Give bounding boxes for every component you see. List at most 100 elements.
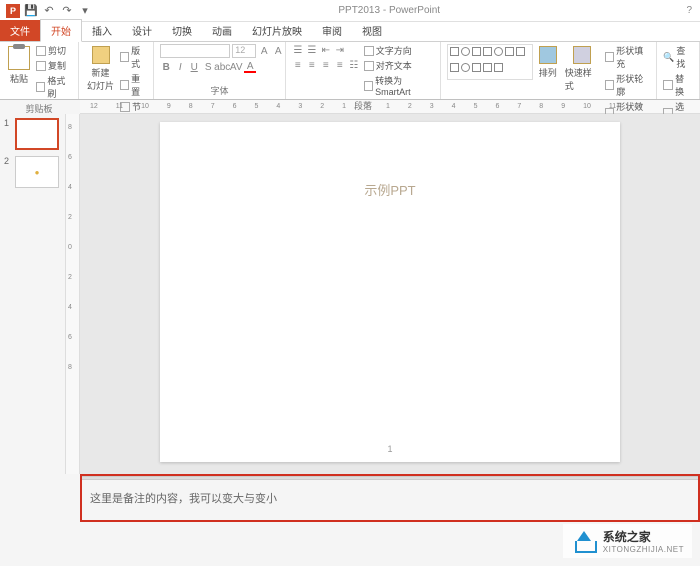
slide-thumbnail-panel: 1 2: [0, 114, 66, 474]
replace-button[interactable]: 替换: [663, 72, 693, 98]
tab-design[interactable]: 设计: [122, 20, 162, 41]
quick-styles-button[interactable]: 快速样式: [563, 44, 601, 94]
shape-icon: [494, 63, 503, 72]
help-icon[interactable]: ?: [686, 5, 692, 16]
group-font-label: 字体: [160, 82, 279, 97]
tab-slideshow[interactable]: 幻灯片放映: [242, 20, 312, 41]
group-font: 12 A A B I U S abc AV A 字体: [154, 42, 286, 99]
decrease-font-icon[interactable]: A: [272, 45, 284, 57]
shape-rect-icon: [450, 47, 459, 56]
reset-button[interactable]: 重置: [120, 72, 147, 98]
text-direction-icon: [364, 46, 374, 56]
smartart-button[interactable]: 转换为 SmartArt: [364, 74, 435, 97]
shadow-button[interactable]: abc: [216, 61, 228, 73]
layout-icon: [120, 52, 129, 62]
tab-transition[interactable]: 切换: [162, 20, 202, 41]
tab-file[interactable]: 文件: [0, 20, 40, 41]
underline-button[interactable]: U: [188, 61, 200, 73]
align-left-button[interactable]: ≡: [292, 59, 304, 71]
indent-inc-button[interactable]: ⇥: [334, 44, 346, 56]
shapes-gallery[interactable]: [447, 44, 532, 80]
powerpoint-icon: P: [6, 4, 20, 18]
shape-fill-button[interactable]: 形状填充: [605, 44, 650, 70]
tab-view[interactable]: 视图: [352, 20, 392, 41]
workspace: 1 2 864202468 示例PPT 1: [0, 114, 700, 474]
shape-icon: [461, 63, 470, 72]
ribbon: 粘贴 剪切 复制 格式刷 剪贴板 新建 幻灯片 版式 重置 节 幻灯片: [0, 42, 700, 100]
increase-font-icon[interactable]: A: [258, 45, 270, 57]
find-button[interactable]: 🔍查找: [663, 44, 693, 70]
redo-icon[interactable]: ↷: [60, 4, 74, 18]
font-family-combo[interactable]: [160, 44, 230, 58]
shape-icon: [450, 63, 459, 72]
fill-icon: [605, 52, 615, 62]
shape-outline-button[interactable]: 形状轮廓: [605, 72, 650, 98]
slide-thumbnail-2[interactable]: [15, 156, 59, 188]
layout-button[interactable]: 版式: [120, 44, 147, 70]
justify-button[interactable]: ≡: [334, 59, 346, 71]
paste-button[interactable]: 粘贴: [6, 44, 32, 87]
align-text-button[interactable]: 对齐文本: [364, 59, 435, 72]
notes-pane-highlighted: 这里是备注的内容，我可以变大与变小: [80, 474, 700, 522]
shape-icon: [483, 47, 492, 56]
shape-icon: [483, 63, 492, 72]
cut-button[interactable]: 剪切: [36, 44, 72, 57]
spacing-button[interactable]: AV: [230, 61, 242, 73]
italic-button[interactable]: I: [174, 61, 186, 73]
qat-dropdown-icon[interactable]: ▾: [78, 4, 92, 18]
ribbon-tabs: 文件 开始 插入 设计 切换 动画 幻灯片放映 审阅 视图: [0, 22, 700, 42]
slide-canvas-area[interactable]: 示例PPT 1: [80, 114, 700, 474]
font-color-button[interactable]: A: [244, 61, 256, 73]
strike-button[interactable]: S: [202, 61, 214, 73]
watermark: 系统之家 XITONGZHIJIA.NET: [563, 524, 692, 558]
shape-icon: [472, 47, 481, 56]
watermark-cn: 系统之家: [603, 528, 684, 545]
text-direction-button[interactable]: 文字方向: [364, 44, 435, 57]
slide-thumbnail-1[interactable]: [15, 118, 59, 150]
shape-icon: [516, 47, 525, 56]
outline-icon: [605, 80, 615, 90]
bullets-button[interactable]: ☰: [292, 44, 304, 56]
bold-button[interactable]: B: [160, 61, 172, 73]
replace-icon: [663, 80, 673, 90]
group-clipboard: 粘贴 剪切 复制 格式刷 剪贴板: [0, 42, 79, 99]
save-icon[interactable]: 💾: [24, 4, 38, 18]
tab-home[interactable]: 开始: [40, 19, 82, 42]
quick-styles-icon: [573, 46, 591, 64]
group-drawing: 排列 快速样式 形状填充 形状轮廓 形状效果 绘图: [441, 42, 657, 99]
group-slides: 新建 幻灯片 版式 重置 节 幻灯片: [79, 42, 154, 99]
new-slide-button[interactable]: 新建 幻灯片: [85, 44, 116, 94]
font-size-combo[interactable]: 12: [232, 44, 256, 58]
title-bar: P 💾 ↶ ↷ ▾ PPT2013 - PowerPoint ?: [0, 0, 700, 22]
shape-icon: [505, 47, 514, 56]
tab-insert[interactable]: 插入: [82, 20, 122, 41]
tab-review[interactable]: 审阅: [312, 20, 352, 41]
group-clipboard-label: 剪贴板: [6, 100, 72, 115]
numbering-button[interactable]: ☰: [306, 44, 318, 56]
shape-oval-icon: [461, 47, 470, 56]
indent-dec-button[interactable]: ⇤: [320, 44, 332, 56]
tab-animation[interactable]: 动画: [202, 20, 242, 41]
notes-text-area[interactable]: 这里是备注的内容，我可以变大与变小: [82, 480, 698, 516]
paste-label: 粘贴: [10, 72, 28, 85]
shape-icon: [494, 47, 503, 56]
thumb-number: 1: [4, 118, 12, 150]
find-icon: 🔍: [663, 52, 674, 63]
vertical-ruler: 864202468: [66, 114, 80, 474]
new-slide-icon: [92, 46, 110, 64]
format-painter-icon: [36, 82, 45, 92]
quick-access-toolbar: P 💾 ↶ ↷ ▾: [0, 4, 92, 18]
align-text-icon: [364, 61, 374, 71]
align-right-button[interactable]: ≡: [320, 59, 332, 71]
undo-icon[interactable]: ↶: [42, 4, 56, 18]
copy-button[interactable]: 复制: [36, 59, 72, 72]
arrange-icon: [539, 46, 557, 64]
align-center-button[interactable]: ≡: [306, 59, 318, 71]
slide-title-text[interactable]: 示例PPT: [160, 180, 620, 199]
columns-button[interactable]: ☷: [348, 59, 360, 71]
arrange-button[interactable]: 排列: [537, 44, 559, 81]
copy-icon: [36, 61, 46, 71]
format-painter-button[interactable]: 格式刷: [36, 74, 72, 100]
slide[interactable]: 示例PPT 1: [160, 122, 620, 462]
thumb-number: 2: [4, 156, 12, 188]
